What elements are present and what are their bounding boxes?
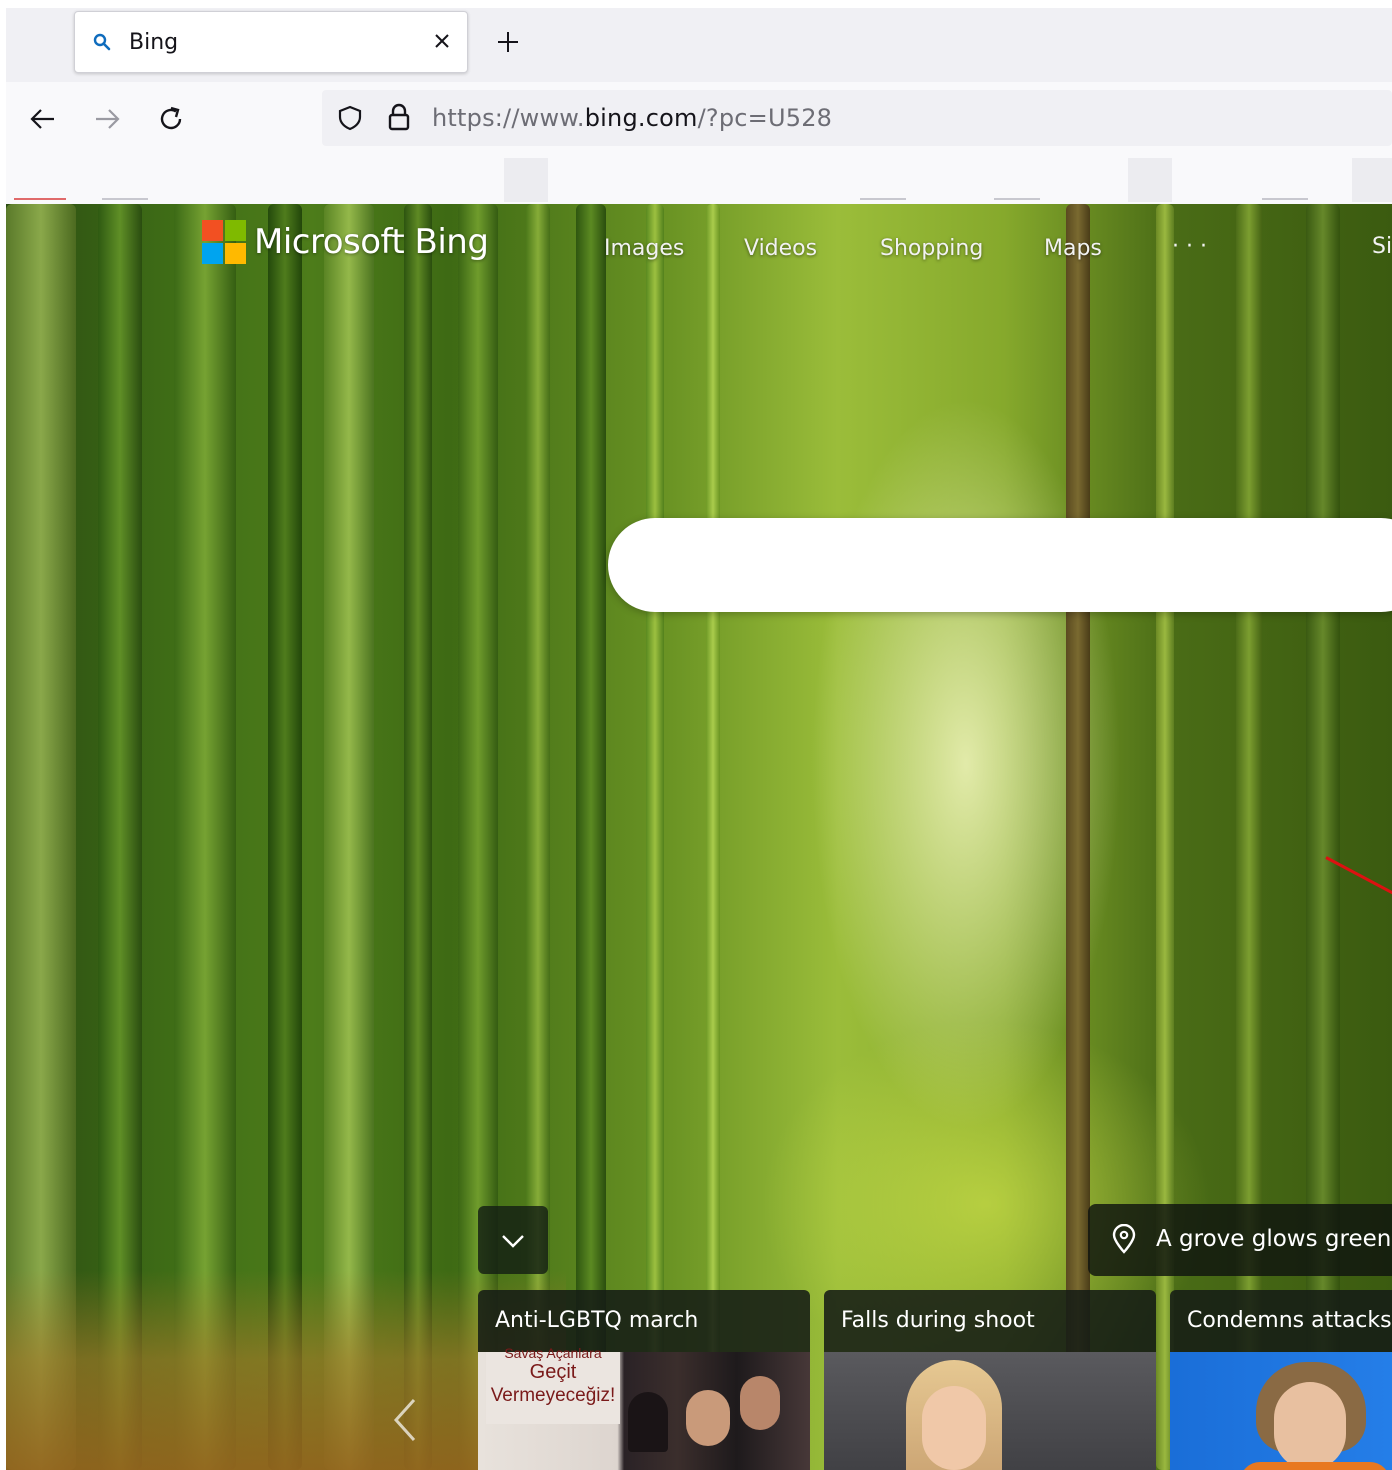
logo-square	[225, 220, 246, 241]
chevron-left-icon[interactable]	[390, 1396, 420, 1444]
bookmark-item[interactable]	[1128, 158, 1172, 202]
news-card[interactable]: Falls during shoot	[824, 1290, 1156, 1470]
news-card-image: Savaş Açanlara Geçit Vermeyeceğiz!	[478, 1346, 810, 1470]
news-card[interactable]: Anti-LGBTQ march Savaş Açanlara Geçit Ve…	[478, 1290, 810, 1470]
bing-homepage: Microsoft Bing Images Videos Shopping Ma…	[6, 204, 1392, 1470]
news-card-image	[1170, 1352, 1392, 1470]
search-input[interactable]	[608, 518, 1392, 612]
address-bar[interactable]: https://www.bing.com/?pc=U528	[322, 90, 1392, 146]
location-pin-icon	[1112, 1224, 1136, 1254]
news-card-title: Anti-LGBTQ march	[495, 1308, 699, 1333]
toolbar-indicator	[1262, 198, 1308, 200]
logo-square	[202, 220, 223, 241]
tab-title: Bing	[129, 30, 179, 55]
chevron-down-icon	[502, 1235, 524, 1248]
plus-icon[interactable]	[492, 26, 524, 58]
tab-bing[interactable]: Bing	[74, 11, 468, 73]
toolbar-indicator	[994, 198, 1040, 200]
url-text[interactable]: https://www.bing.com/?pc=U528	[432, 104, 832, 132]
nav-videos[interactable]: Videos	[744, 236, 817, 261]
arrow-right-icon[interactable]	[90, 102, 124, 136]
collapse-button[interactable]	[478, 1206, 548, 1274]
news-card-image	[824, 1352, 1156, 1470]
logo-square	[202, 243, 223, 264]
nav-maps[interactable]: Maps	[1044, 236, 1102, 261]
more-menu-icon[interactable]: · · ·	[1172, 234, 1207, 259]
news-card-title: Falls during shoot	[841, 1308, 1035, 1333]
toolbar-indicator	[14, 198, 66, 200]
close-icon[interactable]	[427, 26, 457, 56]
news-card-header: Anti-LGBTQ march	[478, 1290, 810, 1352]
image-info-text: A grove glows green	[1156, 1226, 1392, 1252]
navigation-toolbar: https://www.bing.com/?pc=U528	[6, 82, 1392, 158]
bookmark-item[interactable]	[504, 158, 548, 202]
news-card-title: Condemns attacks	[1187, 1308, 1392, 1333]
news-card-header: Condemns attacks	[1170, 1290, 1392, 1352]
logo-square	[225, 243, 246, 264]
nav-images[interactable]: Images	[604, 236, 684, 261]
sign-in-link[interactable]: Si	[1372, 234, 1392, 259]
tab-strip: Bing	[6, 8, 1392, 82]
news-card[interactable]: Condemns attacks	[1170, 1290, 1392, 1470]
toolbar-indicator	[102, 198, 148, 200]
image-info-button[interactable]: A grove glows green	[1088, 1204, 1392, 1276]
reload-icon[interactable]	[154, 102, 188, 136]
lock-icon[interactable]	[386, 102, 412, 132]
logo-text: Microsoft Bing	[254, 222, 489, 262]
arrow-left-icon[interactable]	[26, 102, 60, 136]
bookmarks-bar	[6, 158, 1392, 204]
toolbar-indicator	[860, 198, 906, 200]
news-card-header: Falls during shoot	[824, 1290, 1156, 1352]
bookmark-item[interactable]	[1352, 158, 1392, 202]
search-icon	[93, 33, 111, 51]
nav-shopping[interactable]: Shopping	[880, 236, 983, 261]
shield-icon[interactable]	[336, 104, 364, 132]
protest-sign: Savaş Açanlara Geçit Vermeyeceğiz!	[486, 1346, 620, 1424]
